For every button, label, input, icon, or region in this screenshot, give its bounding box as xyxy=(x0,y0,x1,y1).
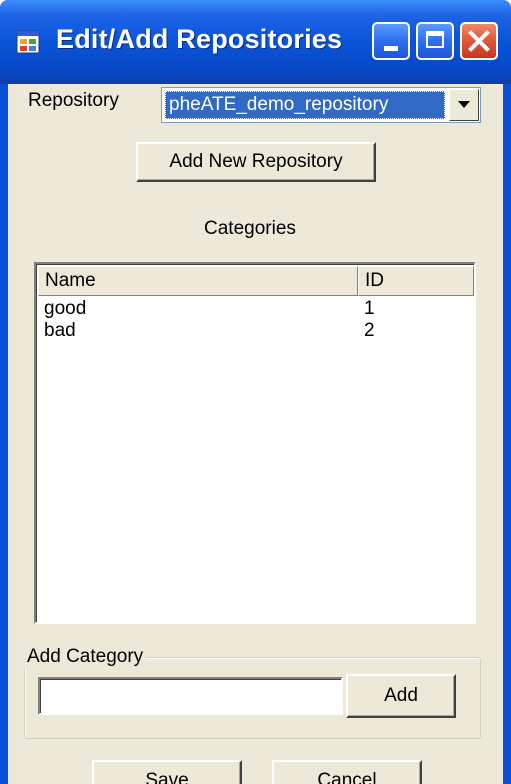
list-item[interactable]: bad 2 xyxy=(38,320,474,342)
category-name: good xyxy=(44,298,87,319)
edit-add-repositories-window: Edit/Add Repositories Repository pheATE_… xyxy=(0,0,511,784)
repository-label: Repository xyxy=(28,90,119,111)
category-name: bad xyxy=(44,320,76,341)
repository-selected-value: pheATE_demo_repository xyxy=(165,91,445,119)
maximize-button[interactable] xyxy=(416,22,454,60)
category-id: 2 xyxy=(364,320,375,341)
app-window-icon xyxy=(16,30,40,54)
dialog-client-area: Repository pheATE_demo_repository Add Ne… xyxy=(8,84,503,784)
column-header-name[interactable]: Name xyxy=(38,266,358,296)
add-category-button[interactable]: Add xyxy=(346,674,456,718)
repository-dropdown[interactable]: pheATE_demo_repository xyxy=(161,87,481,123)
close-icon xyxy=(468,30,490,52)
save-button[interactable]: Save xyxy=(92,760,242,784)
categories-heading: Categories xyxy=(204,218,296,239)
category-id: 1 xyxy=(364,298,375,319)
close-button[interactable] xyxy=(460,22,498,60)
window-title: Edit/Add Repositories xyxy=(56,24,343,54)
minimize-icon xyxy=(384,46,398,51)
minimize-button[interactable] xyxy=(372,22,410,60)
chevron-down-icon xyxy=(458,101,470,108)
maximize-icon xyxy=(426,31,444,48)
dropdown-arrow-button[interactable] xyxy=(449,89,479,121)
categories-list[interactable]: Name ID good 1 bad 2 xyxy=(34,262,476,624)
add-category-group-title: Add Category xyxy=(24,645,147,669)
cancel-button[interactable]: Cancel xyxy=(272,760,422,784)
title-bar[interactable]: Edit/Add Repositories xyxy=(0,0,511,84)
add-new-repository-button[interactable]: Add New Repository xyxy=(136,142,376,182)
list-item[interactable]: good 1 xyxy=(38,298,474,320)
category-name-input[interactable] xyxy=(38,677,343,715)
column-header-id[interactable]: ID xyxy=(358,266,474,296)
